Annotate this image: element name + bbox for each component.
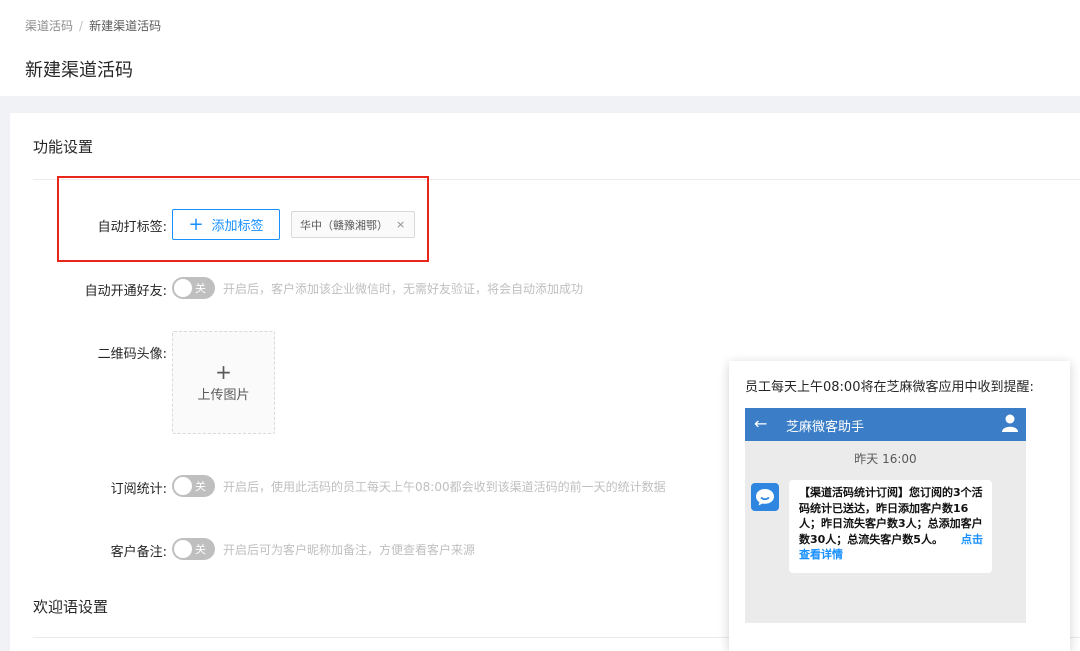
subscribe-label: 订阅统计: xyxy=(110,482,167,497)
section-title-function: 功能设置 xyxy=(33,138,94,156)
add-tag-label: 添加标签 xyxy=(211,219,264,234)
add-tag-button[interactable]: + 添加标签 xyxy=(172,209,280,240)
upload-text: 上传图片 xyxy=(197,388,250,403)
switch-text: 关 xyxy=(195,543,206,556)
remark-switch[interactable]: 关 xyxy=(172,538,215,560)
chat-bot-icon xyxy=(751,483,779,511)
switch-knob xyxy=(174,477,192,495)
message-bubble: 【渠道活码统计订阅】您订阅的3个活码统计已送达，昨日添加客户数16人；昨日流失客… xyxy=(789,480,992,573)
message-time: 昨天 16:00 xyxy=(854,452,917,466)
breadcrumb: 渠道活码 / 新建渠道活码 xyxy=(25,17,161,34)
subscribe-switch[interactable]: 关 xyxy=(172,475,215,497)
close-icon[interactable]: × xyxy=(396,218,405,231)
tag-label: 华中（赣豫湘鄂） xyxy=(300,218,388,232)
breadcrumb-parent[interactable]: 渠道活码 xyxy=(25,19,73,33)
user-icon xyxy=(1002,414,1018,436)
qr-avatar-label: 二维码头像: xyxy=(97,347,167,362)
tag-chip: 华中（赣豫湘鄂） × xyxy=(291,211,415,238)
subscribe-hint: 开启后，使用此活码的员工每天上午08:00都会收到该渠道活码的前一天的统计数据 xyxy=(223,480,666,494)
back-arrow-icon: ← xyxy=(754,414,768,433)
remark-label: 客户备注: xyxy=(110,545,167,560)
subscribe-preview-popover: 员工每天上午08:00将在芝麻微客应用中收到提醒: ← 芝麻微客助手 昨天 16… xyxy=(729,361,1070,651)
breadcrumb-separator: / xyxy=(79,19,84,33)
auto-friend-hint: 开启后，客户添加该企业微信时，无需好友验证，将会自动添加成功 xyxy=(223,282,584,296)
phone-title-bar: ← 芝麻微客助手 xyxy=(745,408,1026,441)
plus-icon: + xyxy=(215,360,232,384)
remark-hint: 开启后可为客户昵称加备注，方便查看客户来源 xyxy=(223,543,476,557)
page-title: 新建渠道活码 xyxy=(25,60,133,81)
page-header: 渠道活码 / 新建渠道活码 新建渠道活码 xyxy=(0,0,1080,96)
plus-icon: + xyxy=(188,213,204,235)
switch-knob xyxy=(174,279,192,297)
auto-friend-switch[interactable]: 关 xyxy=(172,277,215,299)
auto-tag-label: 自动打标签: xyxy=(97,220,167,235)
auto-friend-label: 自动开通好友: xyxy=(84,284,167,299)
popover-title: 员工每天上午08:00将在芝麻微客应用中收到提醒: xyxy=(745,380,1034,395)
app-name: 芝麻微客助手 xyxy=(786,420,865,435)
breadcrumb-current: 新建渠道活码 xyxy=(89,19,162,33)
switch-text: 关 xyxy=(195,282,206,295)
upload-image-button[interactable]: + 上传图片 xyxy=(172,331,275,434)
message-text: 【渠道活码统计订阅】您订阅的3个活码统计已送达，昨日添加客户数16人；昨日流失客… xyxy=(799,486,983,546)
phone-preview: ← 芝麻微客助手 昨天 16:00 【渠道活码统计订阅】您订阅的3个活码统计已送… xyxy=(745,408,1026,623)
switch-knob xyxy=(174,540,192,558)
section-title-welcome: 欢迎语设置 xyxy=(33,598,109,616)
switch-text: 关 xyxy=(195,480,206,493)
